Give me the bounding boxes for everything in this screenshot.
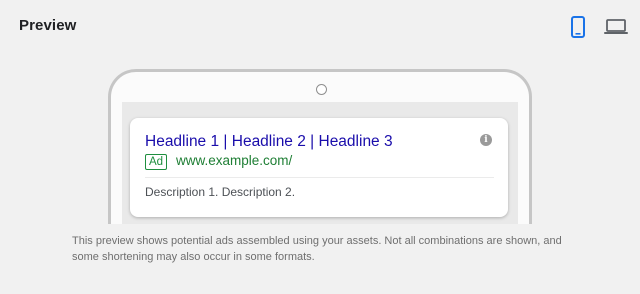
laptop-icon — [604, 18, 628, 40]
smartphone-icon — [571, 15, 585, 43]
ad-badge: Ad — [145, 154, 168, 170]
desktop-preview-button[interactable] — [601, 14, 631, 44]
ad-preview-card: Headline 1 | Headline 2 | Headline 3 i A… — [130, 118, 508, 217]
display-url: www.example.com/ — [176, 153, 293, 168]
divider — [145, 177, 494, 178]
preview-disclaimer: This preview shows potential ads assembl… — [72, 235, 562, 263]
mobile-preview-button[interactable] — [563, 14, 593, 44]
page-title: Preview — [19, 17, 77, 34]
ad-description: Description 1. Description 2. — [145, 185, 296, 199]
camera-icon — [316, 84, 327, 95]
ad-headline[interactable]: Headline 1 | Headline 2 | Headline 3 — [145, 133, 393, 151]
info-icon[interactable]: i — [480, 134, 492, 146]
preview-header: Preview — [0, 0, 640, 54]
